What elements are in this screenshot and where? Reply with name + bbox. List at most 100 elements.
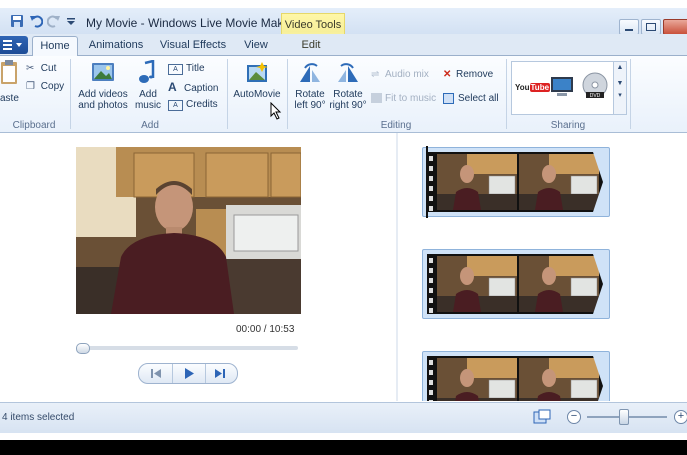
storyboard-clip[interactable]: [422, 351, 610, 401]
ribbon-tab-row: Home Animations Visual Effects View Edit: [0, 34, 687, 57]
cut-button[interactable]: ✂ Cut: [26, 61, 56, 77]
playback-controls: [138, 363, 238, 384]
add-music-label-1: Add: [139, 89, 157, 100]
rotate-left-icon: [300, 63, 320, 82]
zoom-in-button[interactable]: +: [674, 410, 687, 424]
music-note-icon: [139, 59, 155, 83]
window-title: My Movie - Windows Live Movie Maker: [86, 16, 295, 30]
redo-icon[interactable]: [47, 14, 61, 28]
time-display: 00:00 / 10:53: [236, 324, 295, 335]
status-bar: 4 items selected − +: [0, 402, 687, 433]
add-music-button[interactable]: Add music: [132, 59, 164, 111]
audio-mix-label: Audio mix: [385, 69, 429, 80]
remove-label: Remove: [456, 69, 494, 80]
zoom-out-button[interactable]: −: [567, 410, 581, 424]
tab-visual-effects[interactable]: Visual Effects: [156, 36, 230, 55]
audio-mix-icon: ⇌: [371, 69, 380, 80]
minimize-button[interactable]: [619, 19, 639, 35]
group-separator: [227, 59, 228, 129]
menu-icon: [3, 40, 22, 50]
credits-button[interactable]: A Credits: [168, 97, 218, 113]
remove-x-icon: ✕: [443, 69, 452, 80]
storyboard-pane[interactable]: [398, 133, 687, 401]
scroll-up-icon[interactable]: ▲: [614, 62, 626, 74]
sharing-gallery: YouTube DVD: [511, 61, 615, 115]
video-frame-image: [76, 147, 301, 314]
tab-view[interactable]: View: [238, 36, 274, 55]
youtube-logo-you: You: [515, 83, 530, 92]
playback-position-marker[interactable]: [426, 146, 428, 218]
previous-frame-icon: [151, 369, 161, 378]
undo-icon[interactable]: [29, 14, 43, 28]
caption-label: Caption: [184, 83, 219, 94]
add-videos-photos-button[interactable]: Add videos and photos: [76, 60, 130, 111]
add-videos-label-2: and photos: [78, 100, 128, 111]
rotate-right-button[interactable]: Rotate right 90°: [328, 60, 368, 111]
fit-to-music-button[interactable]: Fit to music: [371, 91, 436, 107]
next-frame-icon: [215, 369, 225, 378]
copy-button[interactable]: ❐ Copy: [26, 79, 64, 95]
mouse-cursor-icon: [270, 102, 282, 120]
monitor-icon[interactable]: [549, 74, 575, 100]
zoom-slider-thumb[interactable]: [619, 409, 629, 425]
add-videos-photos-icon: [92, 63, 114, 81]
tab-edit[interactable]: Edit: [290, 36, 332, 55]
customize-toolbar-icon[interactable]: [64, 14, 78, 28]
close-button[interactable]: [663, 19, 687, 35]
rotate-right-label-1: Rotate: [333, 89, 363, 100]
automovie-icon: [247, 62, 268, 82]
save-icon[interactable]: [10, 14, 24, 28]
cut-label: Cut: [40, 63, 57, 74]
storyboard-clip[interactable]: [422, 146, 610, 218]
automovie-label: AutoMovie: [233, 89, 281, 100]
rotate-right-label-2: right 90°: [329, 100, 367, 111]
youtube-logo-tube: Tube: [529, 83, 551, 92]
title-label: Title: [186, 63, 205, 74]
credits-label: Credits: [186, 99, 218, 110]
thumbnail-size-icon[interactable]: [533, 409, 551, 425]
movie-maker-window: My Movie - Windows Live Movie Maker Vide…: [0, 0, 687, 440]
fit-to-music-label: Fit to music: [385, 93, 437, 104]
tab-animations[interactable]: Animations: [84, 36, 148, 55]
clip-filmstrip: [427, 152, 605, 212]
storyboard-clip[interactable]: [422, 249, 610, 319]
paste-button[interactable]: aste: [0, 60, 20, 104]
title-icon: A: [168, 64, 183, 75]
credits-icon: A: [168, 100, 183, 111]
clip-filmstrip: [427, 356, 605, 401]
add-music-label-2: music: [134, 100, 162, 111]
rotate-left-button[interactable]: Rotate left 90°: [290, 60, 330, 111]
caption-button[interactable]: A Caption: [168, 79, 218, 95]
maximize-button[interactable]: [641, 19, 661, 35]
youtube-button[interactable]: YouTube: [515, 80, 551, 96]
copy-label: Copy: [40, 81, 65, 92]
scroll-down-icon[interactable]: ▼: [614, 78, 626, 90]
seek-bar[interactable]: [76, 343, 298, 354]
group-separator: [506, 59, 507, 129]
title-button[interactable]: A Title: [168, 61, 205, 77]
app-menu-button[interactable]: [0, 36, 28, 54]
audio-mix-button[interactable]: ⇌ Audio mix: [371, 67, 429, 83]
select-all-button[interactable]: Select all: [443, 91, 499, 107]
gallery-expand-icon[interactable]: ▾: [614, 90, 626, 102]
group-separator: [70, 59, 71, 129]
video-preview[interactable]: [76, 147, 301, 314]
remove-button[interactable]: ✕ Remove: [443, 67, 493, 83]
sharing-gallery-scroll[interactable]: ▲ ▼ ▾: [613, 61, 627, 115]
group-separator: [630, 59, 631, 129]
next-frame-button[interactable]: [205, 364, 237, 383]
dvd-icon[interactable]: DVD: [581, 72, 609, 102]
previous-frame-button[interactable]: [141, 364, 173, 383]
seek-thumb[interactable]: [76, 343, 90, 354]
add-videos-label-1: Add videos: [78, 89, 128, 100]
play-button[interactable]: [172, 364, 206, 383]
automovie-button[interactable]: AutoMovie: [231, 60, 283, 100]
tab-home[interactable]: Home: [32, 36, 78, 57]
select-all-label: Select all: [458, 93, 499, 104]
rotate-left-label-1: Rotate: [295, 89, 325, 100]
clip-filmstrip: [427, 254, 605, 314]
clip-thumbnails-image: [427, 254, 605, 314]
rotate-right-icon: [338, 63, 358, 82]
group-separator: [287, 59, 288, 129]
preview-pane: 00:00 / 10:53: [0, 133, 396, 401]
